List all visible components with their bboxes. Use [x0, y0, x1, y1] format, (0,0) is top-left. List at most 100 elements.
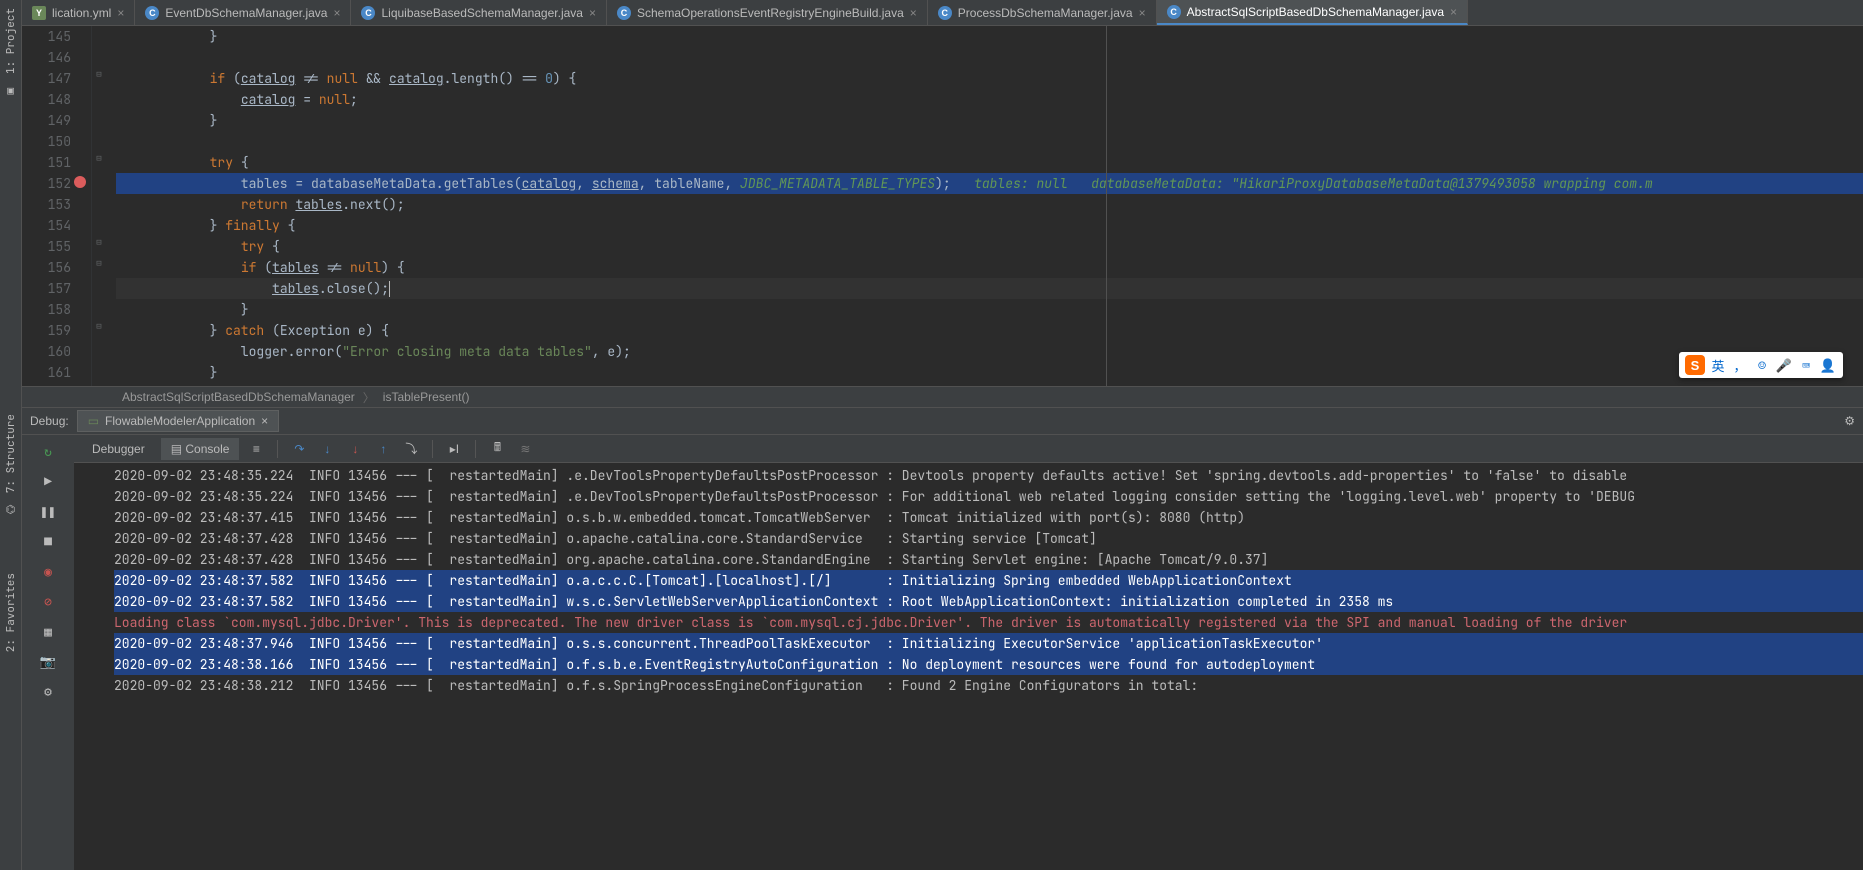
structure-icon[interactable]: ⌬ [4, 503, 18, 517]
folder-icon[interactable]: ▣ [4, 84, 18, 98]
camera-icon[interactable]: 📷 [38, 651, 58, 671]
ime-user-icon[interactable]: 👤 [1819, 357, 1837, 374]
code-line[interactable]: } [116, 362, 1863, 383]
line-gutter[interactable]: 1451461471481491501511521531541551561571… [22, 26, 92, 386]
fold-marker[interactable] [92, 383, 106, 386]
console-line[interactable]: 2020-09-02 23:48:37.415 INFO 13456 --- [… [114, 507, 1863, 528]
drop-frame-icon[interactable]: ⤵ [400, 438, 422, 460]
code-line[interactable] [116, 47, 1863, 68]
fold-marker[interactable]: ⊟ [92, 320, 106, 341]
line-number[interactable]: 157 [22, 278, 71, 299]
line-number[interactable]: 152 [22, 173, 71, 194]
fold-marker[interactable] [92, 215, 106, 236]
project-tool-button[interactable]: 1: Project [4, 8, 18, 74]
ime-punct-icon[interactable]: ， [1731, 356, 1749, 375]
line-number[interactable]: 151 [22, 152, 71, 173]
mute-breakpoints-button[interactable]: ⊘ [38, 591, 58, 611]
ime-toolbar[interactable]: S 英 ， ☺ 🎤 ⌨ 👤 [1679, 352, 1843, 378]
code-line[interactable]: if (catalog != null && catalog.length() … [116, 68, 1863, 89]
fold-marker[interactable]: ⊟ [92, 152, 106, 173]
breadcrumb-class[interactable]: AbstractSqlScriptBasedDbSchemaManager [122, 390, 355, 404]
line-number[interactable]: 156 [22, 257, 71, 278]
code-editor[interactable]: 1451461471481491501511521531541551561571… [22, 26, 1863, 386]
stop-button[interactable]: ■ [38, 531, 58, 551]
code-line[interactable]: } [116, 299, 1863, 320]
fold-marker[interactable]: ⊟ [92, 236, 106, 257]
close-icon[interactable]: × [1450, 5, 1457, 19]
rerun-button[interactable]: ↻ [38, 441, 58, 461]
line-number[interactable]: 161 [22, 362, 71, 383]
align-icon[interactable]: ≡ [245, 438, 267, 460]
line-number[interactable]: 150 [22, 131, 71, 152]
settings-button[interactable]: ⚙ [38, 681, 58, 701]
code-line[interactable]: logger.error("Error closing meta data ta… [116, 341, 1863, 362]
line-number[interactable]: 147 [22, 68, 71, 89]
breakpoint-icon[interactable] [74, 176, 86, 188]
trace-icon[interactable]: ≋ [514, 438, 536, 460]
fold-marker[interactable] [92, 26, 106, 47]
console-line[interactable]: 2020-09-02 23:48:38.212 INFO 13456 --- [… [114, 675, 1863, 696]
editor-tab[interactable]: CAbstractSqlScriptBasedDbSchemaManager.j… [1157, 0, 1468, 25]
fold-marker[interactable] [92, 194, 106, 215]
line-number[interactable]: 160 [22, 341, 71, 362]
debug-config-tab[interactable]: ▭ FlowableModelerApplication × [77, 410, 279, 432]
ime-mic-icon[interactable]: 🎤 [1775, 357, 1793, 374]
force-step-into-icon[interactable]: ↓ [344, 438, 366, 460]
close-icon[interactable]: × [910, 6, 917, 20]
code-line[interactable]: tables = databaseMetaData.getTables(cata… [116, 173, 1863, 194]
fold-marker[interactable] [92, 89, 106, 110]
console-line[interactable]: 2020-09-02 23:48:35.224 INFO 13456 --- [… [114, 465, 1863, 486]
run-to-cursor-icon[interactable]: ▸I [443, 438, 465, 460]
editor-tab[interactable]: CEventDbSchemaManager.java× [135, 0, 351, 25]
code-line[interactable]: if (tables != null) { [116, 257, 1863, 278]
fold-marker[interactable] [92, 341, 106, 362]
editor-tab[interactable]: CLiquibaseBasedSchemaManager.java× [351, 0, 606, 25]
line-number[interactable]: 148 [22, 89, 71, 110]
fold-marker[interactable]: ⊟ [92, 257, 106, 278]
console-line[interactable]: 2020-09-02 23:48:37.428 INFO 13456 --- [… [114, 528, 1863, 549]
code-line[interactable]: try { [116, 236, 1863, 257]
fold-marker[interactable] [92, 110, 106, 131]
close-icon[interactable]: × [589, 6, 596, 20]
ime-keyboard-icon[interactable]: ⌨ [1797, 357, 1815, 374]
console-line[interactable]: 2020-09-02 23:48:35.224 INFO 13456 --- [… [114, 486, 1863, 507]
line-number[interactable]: 158 [22, 299, 71, 320]
line-number[interactable]: 145 [22, 26, 71, 47]
code-line[interactable] [116, 131, 1863, 152]
fold-marker[interactable]: ⊟ [92, 68, 106, 89]
code-area[interactable]: } if (catalog != null && catalog.length(… [106, 26, 1863, 386]
close-icon[interactable]: × [261, 414, 268, 428]
line-number[interactable]: 155 [22, 236, 71, 257]
console-line[interactable]: 2020-09-02 23:48:37.428 INFO 13456 --- [… [114, 549, 1863, 570]
code-line[interactable]: try { [116, 152, 1863, 173]
line-number[interactable]: 146 [22, 47, 71, 68]
console-output[interactable]: 2020-09-02 23:48:35.224 INFO 13456 --- [… [74, 463, 1863, 870]
editor-tab[interactable]: Ylication.yml× [22, 0, 135, 25]
step-out-icon[interactable]: ↑ [372, 438, 394, 460]
close-icon[interactable]: × [333, 6, 340, 20]
code-line[interactable]: } [116, 26, 1863, 47]
code-line[interactable]: } catch (Exception e) { [116, 320, 1863, 341]
fold-marker[interactable] [92, 278, 106, 299]
code-line[interactable]: catalog = null; [116, 89, 1863, 110]
resume-button[interactable]: ▶ [38, 471, 58, 491]
evaluate-icon[interactable]: 🖩 [486, 438, 508, 460]
editor-tab[interactable]: CProcessDbSchemaManager.java× [928, 0, 1157, 25]
console-line[interactable]: 2020-09-02 23:48:37.582 INFO 13456 --- [… [114, 591, 1863, 612]
console-line[interactable]: Loading class `com.mysql.jdbc.Driver'. T… [114, 612, 1863, 633]
line-number[interactable]: 162 [22, 383, 71, 386]
fold-marker[interactable] [92, 131, 106, 152]
line-number[interactable]: 149 [22, 110, 71, 131]
console-line[interactable]: 2020-09-02 23:48:37.946 INFO 13456 --- [… [114, 633, 1863, 654]
ime-emoji-icon[interactable]: ☺ [1753, 357, 1771, 374]
step-into-icon[interactable]: ↓ [316, 438, 338, 460]
close-icon[interactable]: × [117, 6, 124, 20]
breadcrumb-method[interactable]: isTablePresent() [383, 390, 470, 404]
view-breakpoints-button[interactable]: ◉ [38, 561, 58, 581]
fold-marker[interactable] [92, 47, 106, 68]
code-line[interactable]: } [116, 110, 1863, 131]
line-number[interactable]: 154 [22, 215, 71, 236]
fold-column[interactable]: ⊟⊟⊟⊟⊟ [92, 26, 106, 386]
line-number[interactable]: 153 [22, 194, 71, 215]
code-line[interactable]: return tables.next(); [116, 194, 1863, 215]
